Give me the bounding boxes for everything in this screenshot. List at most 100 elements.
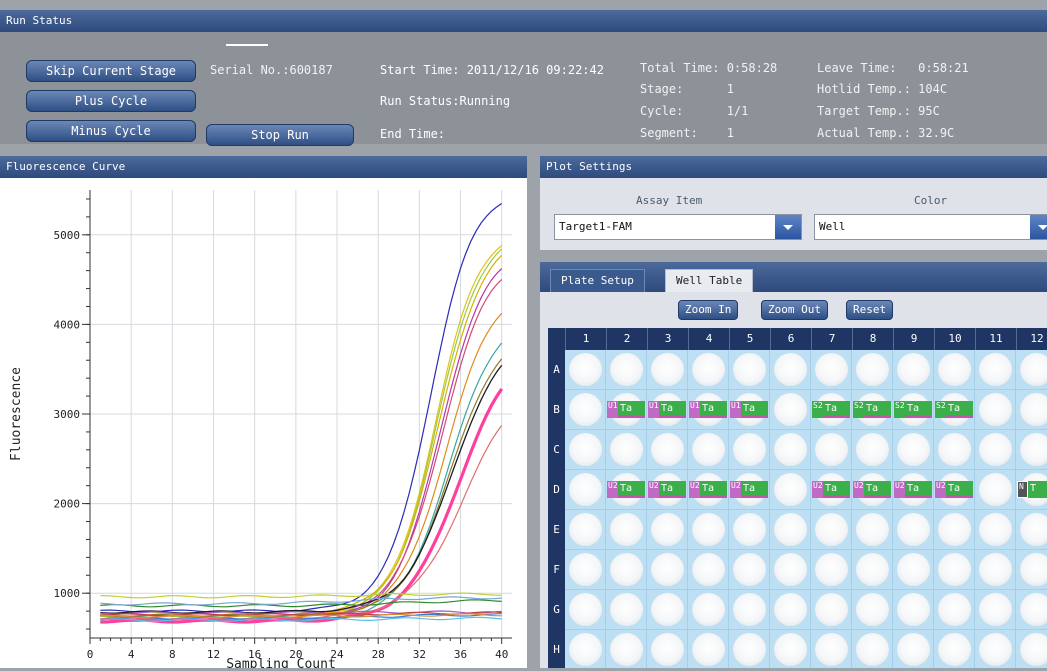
well[interactable] [692,353,725,386]
well[interactable] [733,633,766,666]
well[interactable] [1020,633,1047,666]
well[interactable] [610,593,643,626]
well[interactable] [569,393,602,426]
well[interactable] [1020,353,1047,386]
well[interactable] [979,353,1012,386]
well-cell[interactable] [770,430,811,470]
well-cell[interactable]: U1 Ta [606,390,647,430]
well[interactable] [815,353,848,386]
column-header[interactable]: 1 [565,328,606,350]
row-header[interactable]: H [548,630,565,668]
well-cell[interactable]: U2 Ta [729,470,770,510]
row-header[interactable]: E [548,510,565,550]
well[interactable] [938,513,971,546]
well[interactable] [651,353,684,386]
well-cell[interactable] [1016,430,1047,470]
well-cell[interactable]: S2 Ta [852,390,893,430]
well-cell[interactable] [647,430,688,470]
well[interactable] [692,633,725,666]
well-cell[interactable] [729,350,770,390]
well[interactable] [651,513,684,546]
well[interactable] [774,473,807,506]
well-cell[interactable] [975,630,1016,668]
well[interactable] [692,433,725,466]
well-cell[interactable] [934,510,975,550]
row-header[interactable]: D [548,470,565,510]
well-cell[interactable] [811,350,852,390]
well-cell[interactable] [811,510,852,550]
row-header[interactable]: B [548,390,565,430]
well[interactable] [733,513,766,546]
well-cell[interactable] [852,630,893,668]
well[interactable] [651,593,684,626]
well-cell[interactable]: NT [1016,470,1047,510]
skip-current-stage-button[interactable]: Skip Current Stage [26,60,196,82]
well-cell[interactable] [975,470,1016,510]
well[interactable] [692,553,725,586]
well[interactable] [979,633,1012,666]
well[interactable] [815,593,848,626]
well-cell[interactable] [770,590,811,630]
well-cell[interactable] [934,430,975,470]
well-cell[interactable] [770,470,811,510]
well[interactable] [815,513,848,546]
well-cell[interactable] [647,630,688,668]
well-cell[interactable] [975,390,1016,430]
well[interactable] [1020,553,1047,586]
well[interactable] [733,593,766,626]
well-cell[interactable] [934,590,975,630]
well-cell[interactable]: S2 Ta [893,390,934,430]
well-cell[interactable] [934,630,975,668]
well[interactable] [774,633,807,666]
well-cell[interactable]: U1 Ta [688,390,729,430]
well-cell[interactable] [729,590,770,630]
well[interactable] [692,513,725,546]
column-header[interactable]: 3 [647,328,688,350]
well[interactable] [569,553,602,586]
well-cell[interactable]: U1 Ta [647,390,688,430]
well-cell[interactable] [565,590,606,630]
well-cell[interactable] [565,510,606,550]
column-header[interactable]: 6 [770,328,811,350]
well[interactable] [897,353,930,386]
well[interactable] [692,593,725,626]
column-header[interactable]: 9 [893,328,934,350]
zoom-in-button[interactable]: Zoom In [678,300,739,320]
well[interactable] [610,553,643,586]
well[interactable] [610,633,643,666]
well-cell[interactable] [811,590,852,630]
column-header[interactable]: 2 [606,328,647,350]
well-cell[interactable] [565,630,606,668]
well[interactable] [733,553,766,586]
column-header[interactable]: 4 [688,328,729,350]
well[interactable] [569,633,602,666]
well[interactable] [651,553,684,586]
well[interactable] [979,553,1012,586]
well[interactable] [774,393,807,426]
plus-cycle-button[interactable]: Plus Cycle [26,90,196,112]
well-cell[interactable] [565,550,606,590]
well[interactable] [1020,513,1047,546]
row-header[interactable]: F [548,550,565,590]
well-cell[interactable] [811,630,852,668]
well-cell[interactable] [893,350,934,390]
well-cell[interactable]: U1 Ta [729,390,770,430]
well-cell[interactable] [1016,350,1047,390]
well-cell[interactable] [688,510,729,550]
well-cell[interactable]: U2 Ta [606,470,647,510]
well-cell[interactable] [688,590,729,630]
well-cell[interactable] [975,590,1016,630]
well[interactable] [774,433,807,466]
well[interactable] [979,433,1012,466]
well[interactable] [610,513,643,546]
well-cell[interactable] [852,590,893,630]
well[interactable] [897,513,930,546]
well-cell[interactable] [975,510,1016,550]
column-header[interactable]: 8 [852,328,893,350]
well[interactable] [651,633,684,666]
well[interactable] [774,353,807,386]
well-cell[interactable] [1016,510,1047,550]
well-cell[interactable] [647,590,688,630]
well-cell[interactable] [729,510,770,550]
color-select[interactable]: Well [814,214,1047,240]
